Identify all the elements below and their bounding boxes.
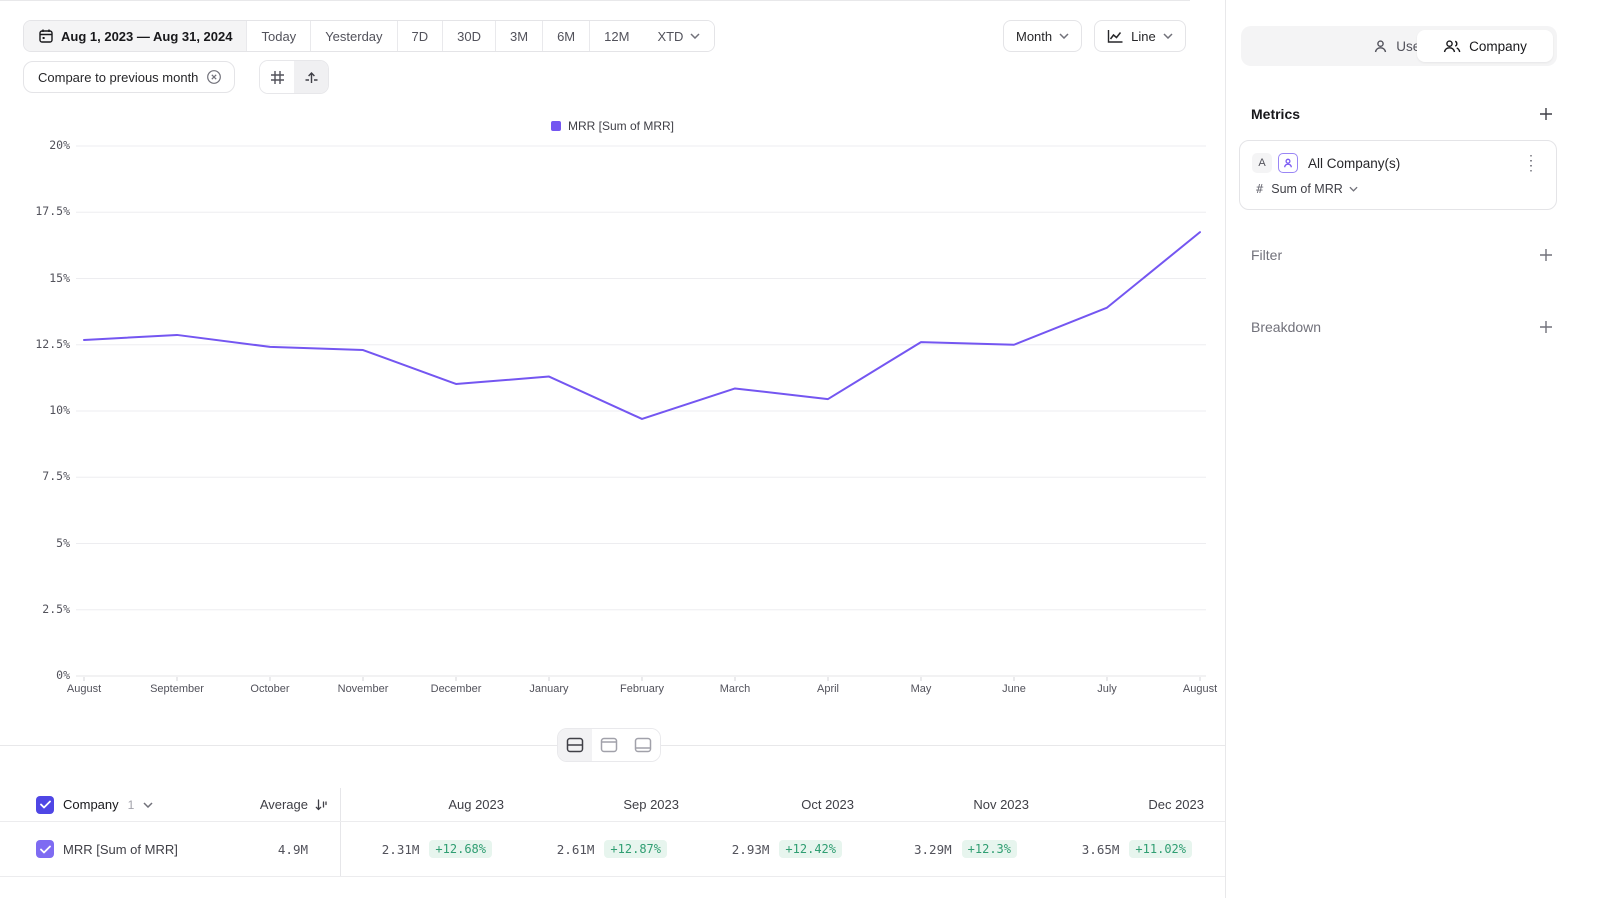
delta-badge: +12.87% <box>604 840 667 858</box>
chevron-down-icon[interactable] <box>143 802 153 808</box>
delta-badge: +12.68% <box>429 840 492 858</box>
y-tick-label: 12.5% <box>10 337 70 351</box>
delta-badge: +12.42% <box>779 840 842 858</box>
month-value-cell: 3.29M +12.3% <box>866 840 1041 858</box>
cell-value: 3.29M <box>914 842 952 857</box>
chart-only-icon <box>600 737 618 753</box>
metric-entity-name: All Company(s) <box>1308 156 1512 171</box>
y-tick-label: 5% <box>10 536 70 550</box>
layout-switcher <box>557 728 661 762</box>
table-header-row: Company 1 Average Aug 2023Sep 2023Oct <box>0 788 1225 822</box>
metric-card-header: A All Company(s) ⋮⋮ <box>1240 141 1556 173</box>
layout-chart-only-button[interactable] <box>592 729 626 761</box>
average-header-cell[interactable]: Average <box>180 797 328 812</box>
metrics-title: Metrics <box>1251 106 1300 122</box>
breakdown-title: Breakdown <box>1251 319 1321 335</box>
metric-card[interactable]: A All Company(s) ⋮⋮ # Sum of MRR <box>1239 140 1557 210</box>
company-toggle-label: Company <box>1469 39 1527 54</box>
y-tick-label: 17.5% <box>10 204 70 218</box>
number-type-icon: # <box>1256 182 1263 196</box>
company-avatar-icon <box>1278 153 1298 173</box>
delta-badge: +12.3% <box>962 840 1017 858</box>
month-header-cell[interactable]: Nov 2023 <box>866 797 1041 812</box>
config-sidebar: User Company Metrics A <box>1225 0 1600 898</box>
column-divider <box>328 822 341 876</box>
layout-split-button[interactable] <box>558 729 592 761</box>
table-only-icon <box>634 737 652 753</box>
sort-icon <box>314 798 328 812</box>
average-header-label: Average <box>260 797 308 812</box>
add-breakdown-button[interactable] <box>1538 319 1554 335</box>
cell-value: 2.61M <box>557 842 595 857</box>
y-tick-label: 20% <box>10 138 70 152</box>
y-tick-label: 10% <box>10 403 70 417</box>
average-value-cell: 4.9M <box>180 842 328 857</box>
metric-card-aggregation: # Sum of MRR <box>1240 173 1556 196</box>
delta-badge: +11.02% <box>1129 840 1192 858</box>
metric-name: MRR [Sum of MRR] <box>63 842 178 857</box>
entity-header-cell: Company 1 <box>0 796 180 814</box>
users-icon <box>1443 39 1461 54</box>
month-value-cell: 2.93M +12.42% <box>691 840 866 858</box>
aggregation-label: Sum of MRR <box>1271 182 1343 196</box>
metric-name-cell: MRR [Sum of MRR] <box>0 840 180 858</box>
entity-toggle: User Company <box>1241 26 1557 66</box>
month-value-cell: 3.65M +11.02% <box>1041 840 1216 858</box>
column-divider <box>328 788 341 821</box>
month-header-cell[interactable]: Dec 2023 <box>1041 797 1216 812</box>
month-header-cell[interactable]: Sep 2023 <box>516 797 691 812</box>
month-value-cell: 2.61M +12.87% <box>516 840 691 858</box>
select-all-checkbox[interactable] <box>36 796 54 814</box>
cell-value: 2.93M <box>732 842 770 857</box>
y-tick-label: 15% <box>10 271 70 285</box>
company-toggle-button[interactable]: Company <box>1417 30 1553 62</box>
kebab-menu-icon[interactable]: ⋮⋮ <box>1518 156 1544 170</box>
entity-count: 1 <box>128 798 135 812</box>
mrr-series-line <box>84 232 1200 419</box>
add-metric-button[interactable] <box>1538 106 1554 122</box>
layout-table-only-button[interactable] <box>626 729 660 761</box>
table-row[interactable]: MRR [Sum of MRR] 4.9M 2.31M +12.68% 2.61M +… <box>0 822 1225 877</box>
average-value: 4.9M <box>278 842 308 857</box>
entity-header-label: Company <box>63 797 119 812</box>
metric-letter-badge: A <box>1252 153 1272 173</box>
split-view-icon <box>566 737 584 753</box>
y-tick-label: 0% <box>10 668 70 682</box>
y-tick-label: 2.5% <box>10 602 70 616</box>
month-header-cells: Aug 2023Sep 2023Oct 2023Nov 2023Dec 2023 <box>341 797 1216 812</box>
chart-canvas <box>0 140 1225 700</box>
add-filter-button[interactable] <box>1538 247 1554 263</box>
month-header-cell[interactable]: Oct 2023 <box>691 797 866 812</box>
data-table: Company 1 Average Aug 2023Sep 2023Oct <box>0 788 1225 877</box>
month-value-cells: 2.31M +12.68% 2.61M +12.87% 2.93M +12.42% 3.29… <box>341 840 1216 858</box>
chevron-down-icon <box>1349 186 1358 192</box>
aggregation-dropdown[interactable]: Sum of MRR <box>1271 182 1358 196</box>
report-panel: Aug 1, 2023 — Aug 31, 2024 TodayYesterda… <box>0 0 1225 898</box>
month-header-cell[interactable]: Aug 2023 <box>341 797 516 812</box>
analytics-dashboard: Aug 1, 2023 — Aug 31, 2024 TodayYesterda… <box>0 0 1600 898</box>
cell-value: 3.65M <box>1082 842 1120 857</box>
line-chart[interactable]: 0%2.5%5%7.5%10%12.5%15%17.5%20% AugustSe… <box>0 0 1225 720</box>
row-checkbox[interactable] <box>36 840 54 858</box>
month-value-cell: 2.31M +12.68% <box>341 840 516 858</box>
user-icon <box>1373 39 1388 54</box>
y-tick-label: 7.5% <box>10 469 70 483</box>
cell-value: 2.31M <box>382 842 420 857</box>
filter-title: Filter <box>1251 247 1282 263</box>
